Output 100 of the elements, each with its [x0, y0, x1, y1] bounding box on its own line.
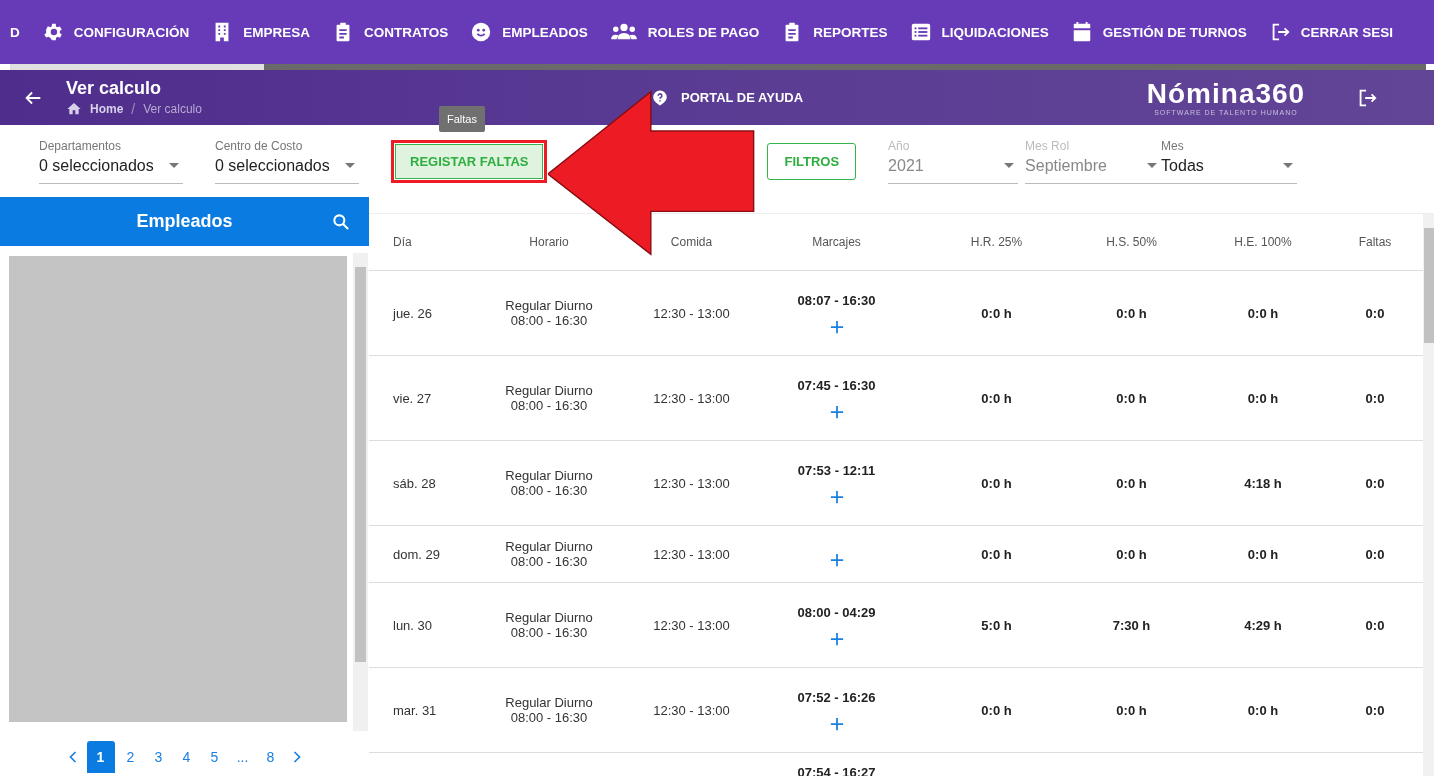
home-icon	[66, 101, 82, 117]
table-cell: 0:0 h	[981, 475, 1012, 491]
table-cell: 08:00 - 16:30	[510, 398, 588, 413]
help-portal-link[interactable]: PORTAL DE AYUDA	[651, 88, 1136, 107]
scrollbar[interactable]	[1423, 214, 1434, 776]
table-cell: 0:0 h	[1116, 546, 1147, 562]
add-icon[interactable]	[829, 553, 844, 567]
logo-wordmark: Nómina360	[1146, 79, 1306, 109]
table-cell: dom. 29	[393, 546, 440, 562]
table-cell: jue. 26	[393, 305, 433, 321]
add-icon[interactable]	[829, 489, 844, 504]
table-cell: 08:00 - 16:30	[510, 710, 588, 725]
table-cell: Regular Diurno	[505, 298, 593, 313]
nav-tab[interactable]: REPORTES	[781, 21, 888, 43]
table-cell: 0:0 h	[1247, 305, 1279, 321]
table-cell: 08:07 - 16:30	[797, 292, 876, 308]
list-icon	[909, 21, 932, 43]
table-cell: 0:0 h	[1116, 390, 1147, 406]
page-button[interactable]: 8	[258, 741, 283, 774]
table-cell: 08:00 - 04:29	[797, 604, 876, 620]
table-cell: 0:0 h	[1247, 702, 1279, 718]
table-cell: 07:45 - 16:30	[797, 377, 876, 393]
table-cell: 4:29 h	[1244, 617, 1282, 633]
select-field[interactable]: Departamentos 0 seleccionados	[39, 138, 183, 184]
table-cell: 07:52 - 16:26	[797, 689, 876, 705]
table-cell: 08:00 - 16:30	[510, 313, 588, 328]
page-button[interactable]: ...	[230, 741, 255, 774]
table-cell: 07:53 - 12:11	[797, 462, 876, 478]
table-cell: sáb. 28	[393, 475, 436, 491]
table-cell: vie. 27	[393, 390, 432, 406]
table-cell: 0:0	[1365, 390, 1385, 406]
column-header: H.R. 25%	[970, 235, 1023, 249]
table-cell: Regular Diurno	[505, 610, 593, 625]
table-cell: lun. 30	[393, 617, 433, 633]
table-cell: mar. 31	[393, 702, 437, 718]
table-cell: 08:00 - 16:30	[510, 554, 588, 569]
scrollbar[interactable]	[353, 253, 368, 732]
add-icon[interactable]	[829, 404, 844, 419]
column-header: Faltas	[1358, 235, 1392, 249]
select-field[interactable]: Mes Todas	[1161, 138, 1298, 184]
search-icon[interactable]	[331, 211, 351, 232]
table-cell: 0:0 h	[981, 390, 1012, 406]
breadcrumb-link[interactable]: Home	[90, 102, 124, 116]
table-cell: 0:0	[1365, 546, 1385, 562]
table-cell: 7:30 h	[1112, 617, 1151, 633]
column-header: H.S. 50%	[1106, 235, 1157, 249]
table-cell: 0:0 h	[1116, 475, 1147, 491]
table-cell: 12:30 - 13:00	[653, 390, 730, 406]
table-cell: 0:0 h	[1247, 546, 1279, 562]
table-cell: 4:18 h	[1244, 475, 1282, 491]
table-cell: 0:0 h	[1116, 702, 1147, 718]
table-cell: 0:0 h	[981, 305, 1012, 321]
page-button[interactable]: 2	[118, 741, 143, 774]
face-icon	[470, 21, 493, 43]
tooltip: Faltas	[439, 105, 485, 132]
table-cell: 0:0	[1365, 617, 1385, 633]
nav-tab[interactable]: EMPLEADOS	[470, 21, 588, 43]
table-cell: 0:0 h	[1116, 305, 1147, 321]
help-icon	[651, 88, 669, 107]
table-cell: 12:30 - 13:00	[653, 305, 730, 321]
nav-tab[interactable]: LIQUIDACIONES	[909, 21, 1049, 43]
column-header: Marcajes	[812, 235, 861, 249]
select-field[interactable]: Centro de Costo 0 seleccionados	[215, 138, 359, 184]
nav-tab[interactable]: CONTRATOS	[332, 21, 449, 43]
page-button[interactable]: 3	[146, 741, 171, 774]
breadcrumb-separator: /	[131, 101, 136, 117]
gear-icon	[41, 21, 64, 43]
table-cell: Regular Diurno	[505, 468, 593, 483]
table-cell: 0:0	[1365, 305, 1385, 321]
page-button[interactable]: 1	[86, 741, 115, 774]
table-cell: 0:0	[1365, 475, 1385, 491]
table-cell: 12:30 - 13:00	[653, 702, 730, 718]
page-button[interactable]: 4	[174, 741, 199, 774]
add-icon[interactable]	[829, 716, 844, 731]
table-cell: 08:00 - 16:30	[510, 483, 588, 498]
table-cell: 0:0 h	[1247, 390, 1279, 406]
column-header: Día	[393, 235, 412, 249]
column-header: Comida	[670, 235, 713, 249]
nav-tab[interactable]: ROLES DE PAGO	[609, 21, 760, 43]
table-cell: 12:30 - 13:00	[653, 546, 730, 562]
nav-tab[interactable]: CONFIGURACIÓN	[41, 21, 190, 43]
table-cell: 0:0 h	[981, 546, 1012, 562]
table-cell: 0:0	[1365, 702, 1385, 718]
column-header: H.E. 100%	[1234, 235, 1292, 249]
add-icon[interactable]	[829, 319, 844, 334]
table-cell: 12:30 - 13:00	[653, 475, 730, 491]
nav-tab[interactable]: GESTIÓN DE TURNOS	[1070, 21, 1247, 43]
page-button[interactable]: 5	[202, 741, 227, 774]
column-header: Horario	[529, 235, 569, 249]
table-cell: 12:30 - 13:00	[653, 617, 730, 633]
table-cell: Regular Diurno	[505, 383, 593, 398]
table-cell: 5:0 h	[981, 617, 1012, 633]
table-cell: Regular Diurno	[505, 539, 593, 554]
add-icon[interactable]	[829, 631, 844, 646]
nav-tab[interactable]: D	[10, 24, 20, 40]
page-title: Ver calculo	[66, 78, 163, 99]
table-cell: Regular Diurno	[505, 695, 593, 710]
nav-tab[interactable]: CERRAR SESI	[1268, 21, 1394, 43]
nav-tab[interactable]: EMPRESA	[211, 21, 310, 43]
employees-header: Empleados	[0, 197, 369, 247]
